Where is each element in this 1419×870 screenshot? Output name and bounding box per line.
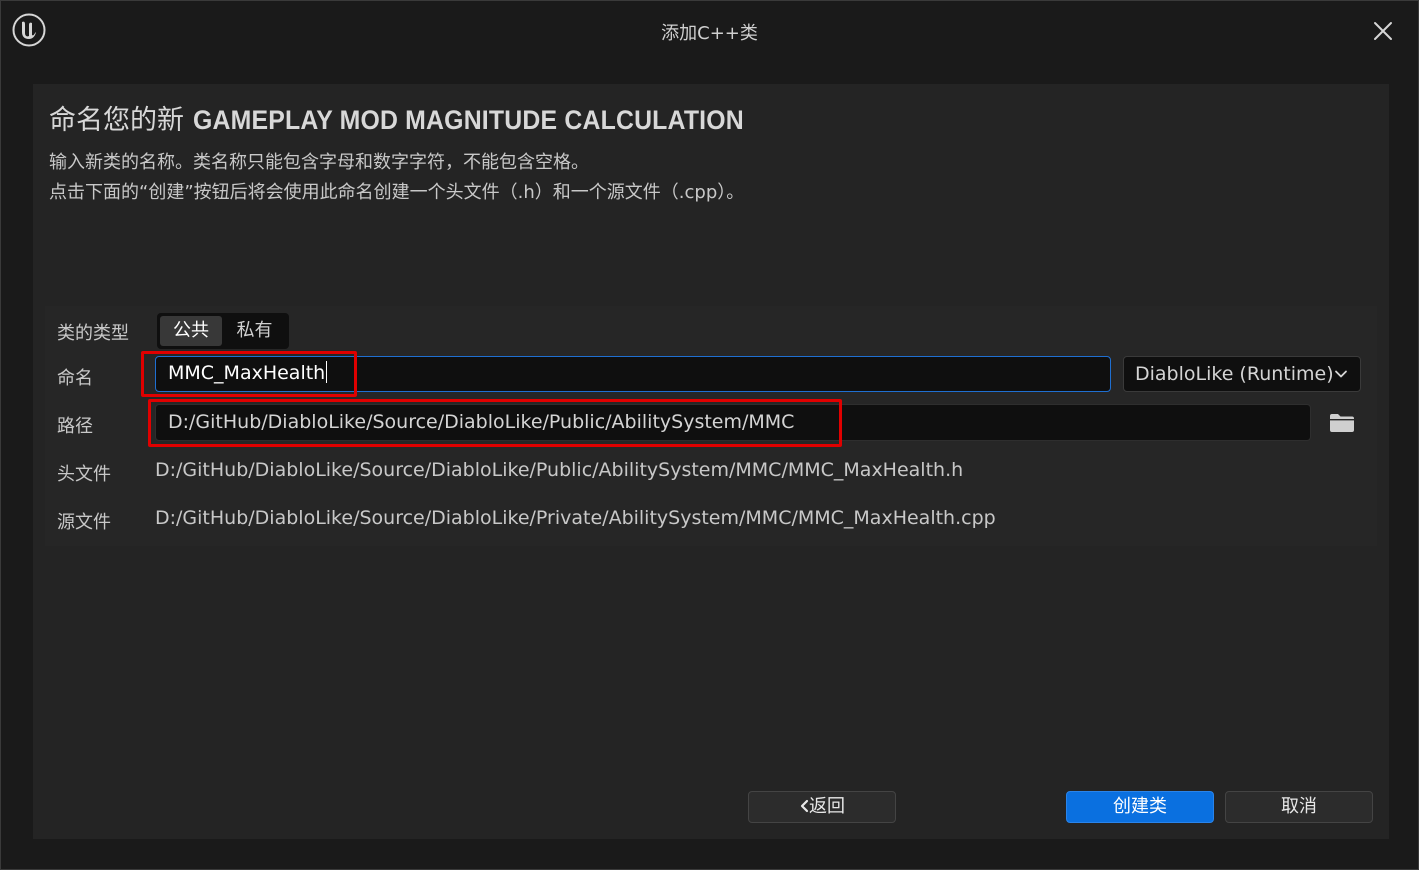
page-title: 命名您的新 GAMEPLAY MOD MAGNITUDE CALCULATION (49, 98, 791, 137)
class-type-label: 类的类型 (57, 323, 129, 344)
path-input[interactable]: D:/GitHub/DiabloLike/Source/DiabloLike/P… (155, 404, 1311, 441)
title-bar: 添加C++类 (1, 1, 1418, 63)
page-title-class-name: GAMEPLAY MOD MAGNITUDE CALCULATION (192, 105, 744, 135)
class-type-public-option[interactable]: 公共 (160, 316, 222, 346)
class-type-toggle: 公共 私有 (157, 313, 289, 349)
description-line-2: 点击下面的“创建”按钮后将会使用此命名创建一个头文件（.h）和一个源文件（.cp… (49, 182, 745, 203)
class-name-input[interactable]: MMC_MaxHealth (155, 356, 1111, 392)
cancel-button[interactable]: 取消 (1225, 791, 1373, 823)
text-caret (326, 361, 328, 383)
create-class-button[interactable]: 创建类 (1066, 791, 1214, 823)
path-label: 路径 (57, 416, 93, 437)
class-type-private-option[interactable]: 私有 (223, 316, 286, 346)
path-value: D:/GitHub/DiabloLike/Source/DiabloLike/P… (168, 411, 795, 433)
module-dropdown[interactable]: DiabloLike (Runtime) (1123, 356, 1361, 392)
name-label: 命名 (57, 368, 93, 389)
module-dropdown-value: DiabloLike (Runtime) (1135, 363, 1334, 385)
chevron-down-icon (1335, 370, 1347, 378)
content-panel: 命名您的新 GAMEPLAY MOD MAGNITUDE CALCULATION… (33, 84, 1389, 839)
window-title: 添加C++类 (661, 23, 758, 44)
source-file-label: 源文件 (57, 512, 111, 533)
page-title-prefix: 命名您的新 (49, 105, 193, 136)
description-line-1: 输入新类的名称。类名称只能包含字母和数字字符，不能包含空格。 (49, 152, 589, 173)
back-button[interactable]: 返回 (748, 791, 896, 823)
class-name-value: MMC_MaxHealth (168, 362, 326, 384)
back-button-label: 返回 (809, 796, 845, 817)
header-file-label: 头文件 (57, 464, 111, 485)
header-file-path: D:/GitHub/DiabloLike/Source/DiabloLike/P… (155, 459, 964, 481)
close-icon[interactable] (1372, 20, 1394, 42)
add-cpp-class-dialog: 添加C++类 命名您的新 GAMEPLAY MOD MAGNITUDE CALC… (0, 0, 1419, 870)
source-file-path: D:/GitHub/DiabloLike/Source/DiabloLike/P… (155, 507, 996, 529)
class-form: 类的类型 公共 私有 命名 MMC_MaxHealth DiabloLike (… (45, 306, 1377, 546)
folder-icon[interactable] (1329, 413, 1355, 433)
chevron-left-icon (800, 799, 809, 813)
